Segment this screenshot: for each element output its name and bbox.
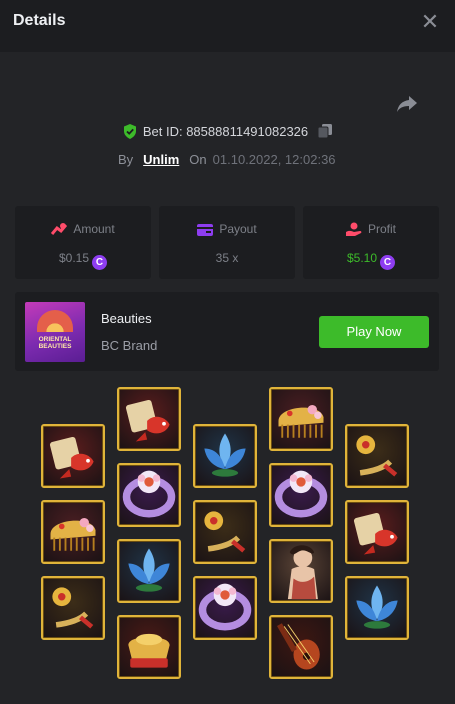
bet-byline: By Unlim On 01.10.2022, 12:02:36 xyxy=(118,152,336,167)
symbol-lotus-icon xyxy=(117,539,181,603)
shield-check-icon xyxy=(123,124,136,139)
profit-card: Profit $5.10 C xyxy=(303,206,439,279)
amount-label: Amount xyxy=(73,222,115,236)
coin-icon: C xyxy=(380,255,396,270)
symbol-fan-koi-icon xyxy=(41,424,105,488)
header: Details ✕ xyxy=(0,0,455,52)
symbol-fan-koi-icon xyxy=(117,387,181,451)
game-card: ORIENTAL BEAUTIES Beauties BC Brand Play… xyxy=(15,292,439,371)
symbol-comb-icon xyxy=(41,500,105,564)
payout-label: Payout xyxy=(219,222,257,236)
profit-value: $5.10 xyxy=(346,251,378,265)
amount-value: $0.15 xyxy=(58,251,90,265)
symbol-ring-icon xyxy=(269,463,333,527)
bet-date: 01.10.2022, 12:02:36 xyxy=(212,152,336,167)
coins-icon xyxy=(51,223,68,235)
amount-card: Amount $0.15 C xyxy=(15,206,151,279)
thumbnail-logo-text: ORIENTAL BEAUTIES xyxy=(38,336,72,350)
close-icon[interactable]: ✕ xyxy=(420,11,440,33)
symbol-fan-koi-icon xyxy=(345,500,409,564)
symbol-beauty-lady-icon xyxy=(269,539,333,603)
copy-icon[interactable] xyxy=(318,124,333,138)
coin-icon: C xyxy=(92,255,108,270)
symbol-jade-hairpin-icon xyxy=(193,500,257,564)
fan-icon xyxy=(37,310,73,332)
share-icon[interactable] xyxy=(395,94,419,114)
profit-hand-icon xyxy=(345,222,362,236)
symbol-ring-icon xyxy=(193,576,257,640)
game-thumbnail[interactable]: ORIENTAL BEAUTIES xyxy=(25,302,85,362)
game-name: Beauties xyxy=(101,311,152,326)
bet-id: Bet ID: 88588811491082326 xyxy=(142,124,309,139)
card-icon xyxy=(197,224,214,236)
symbol-pipa-lute-icon xyxy=(269,615,333,679)
payout-value: 35 x xyxy=(215,251,239,265)
symbol-ring-icon xyxy=(117,463,181,527)
game-brand: BC Brand xyxy=(101,338,158,353)
symbol-gold-ingots-icon xyxy=(117,615,181,679)
by-label: By xyxy=(118,152,134,167)
symbol-jade-hairpin-icon xyxy=(41,576,105,640)
user-link[interactable]: Unlim xyxy=(143,152,179,167)
play-now-button[interactable]: Play Now xyxy=(319,316,429,348)
profit-label: Profit xyxy=(367,222,396,236)
symbol-jade-hairpin-icon xyxy=(345,424,409,488)
symbol-lotus-icon xyxy=(193,424,257,488)
symbol-comb-icon xyxy=(269,387,333,451)
page-title: Details xyxy=(13,12,66,29)
on-label: On xyxy=(189,152,207,167)
payout-card: Payout 35 x xyxy=(159,206,295,279)
symbol-lotus-icon xyxy=(345,576,409,640)
bet-id-line: Bet ID: 88588811491082326 xyxy=(0,124,455,139)
